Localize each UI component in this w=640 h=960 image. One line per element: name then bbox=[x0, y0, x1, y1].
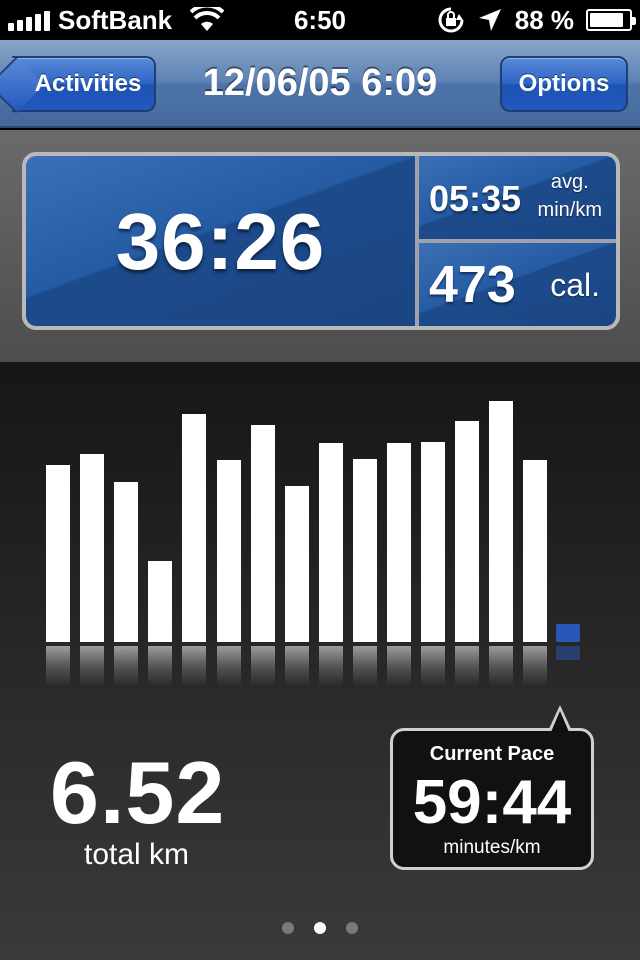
navigation-bar: Activities 12/06/05 6:09 Options bbox=[0, 40, 640, 128]
calories-unit: cal. bbox=[550, 267, 600, 303]
activities-back-button[interactable]: Activities bbox=[12, 56, 156, 112]
summary-frame[interactable]: 36:26 05:35 avg. min/km 473 cal. bbox=[22, 152, 620, 330]
duration-value: 36:26 bbox=[115, 197, 326, 286]
pace-bar-chart bbox=[0, 362, 640, 692]
pace-bar-reflection bbox=[352, 646, 377, 686]
pace-bar-reflection bbox=[387, 646, 411, 686]
pace-bar bbox=[46, 465, 70, 642]
pace-bar bbox=[455, 421, 480, 642]
pace-bar-reflection bbox=[523, 646, 548, 686]
calories-cell: 473 cal. bbox=[419, 243, 616, 326]
avg-pace-cell: 05:35 avg. min/km bbox=[419, 156, 616, 239]
current-segment-marker bbox=[556, 624, 580, 642]
pace-chart-area[interactable]: 6.52 total km Current Pace 59:44 minutes… bbox=[0, 362, 640, 960]
pace-bar bbox=[80, 454, 105, 642]
pace-bar bbox=[148, 561, 173, 642]
pace-bar bbox=[387, 443, 411, 642]
rotation-lock-icon bbox=[438, 7, 464, 33]
pace-bar bbox=[523, 460, 548, 642]
avg-pace-unit-line2: min/km bbox=[537, 199, 602, 221]
current-segment-reflection bbox=[556, 646, 580, 660]
page-dot[interactable] bbox=[314, 922, 326, 934]
pace-bar-reflection bbox=[250, 646, 275, 686]
avg-pace-unit: avg. min/km bbox=[538, 168, 602, 224]
status-right: 88 % bbox=[437, 0, 636, 40]
page-dot[interactable] bbox=[282, 922, 294, 934]
location-arrow-icon bbox=[478, 9, 501, 31]
pace-bar-reflection bbox=[46, 646, 70, 686]
pace-bar bbox=[489, 401, 514, 642]
pace-bar-reflection bbox=[148, 646, 173, 686]
pace-bar bbox=[250, 425, 275, 642]
pace-bar bbox=[216, 460, 241, 642]
avg-pace-unit-line1: avg. bbox=[550, 171, 589, 193]
total-distance-label: total km bbox=[84, 838, 190, 871]
summary-panel: 36:26 05:35 avg. min/km 473 cal. bbox=[0, 130, 640, 362]
page-dot[interactable] bbox=[346, 922, 358, 934]
pace-bar bbox=[284, 486, 309, 642]
current-pace-unit: minutes/km bbox=[443, 837, 541, 858]
pace-bar bbox=[182, 414, 207, 642]
current-pace-value: 59:44 bbox=[412, 768, 572, 837]
pace-bar-reflection bbox=[182, 646, 207, 686]
pace-bar bbox=[318, 443, 343, 642]
pace-bar-reflection bbox=[455, 646, 480, 686]
page-indicator[interactable] bbox=[0, 922, 640, 934]
current-pace-bubble: Current Pace 59:44 minutes/km bbox=[390, 705, 594, 870]
pace-bar-reflection bbox=[489, 646, 514, 686]
status-bar: SoftBank 6:50 88 % bbox=[0, 0, 640, 40]
pace-bar bbox=[114, 482, 139, 642]
pace-bar-reflection bbox=[114, 646, 139, 686]
avg-pace-value: 05:35 bbox=[429, 178, 522, 219]
total-distance-value: 6.52 bbox=[50, 743, 226, 842]
pace-bar bbox=[352, 459, 377, 642]
duration-cell: 36:26 bbox=[26, 156, 415, 326]
battery-fill bbox=[590, 13, 624, 27]
battery-percent: 88 % bbox=[514, 4, 574, 35]
pace-bar-reflection bbox=[216, 646, 241, 686]
battery-icon bbox=[586, 9, 636, 31]
options-button[interactable]: Options bbox=[500, 56, 628, 112]
pace-bar-reflection bbox=[284, 646, 309, 686]
pace-bar-reflection bbox=[421, 646, 446, 686]
pace-bar-reflection bbox=[318, 646, 343, 686]
pace-bar bbox=[421, 442, 446, 642]
pace-bar-reflection bbox=[80, 646, 105, 686]
calories-value: 473 bbox=[429, 256, 516, 314]
current-pace-title: Current Pace bbox=[429, 743, 555, 765]
